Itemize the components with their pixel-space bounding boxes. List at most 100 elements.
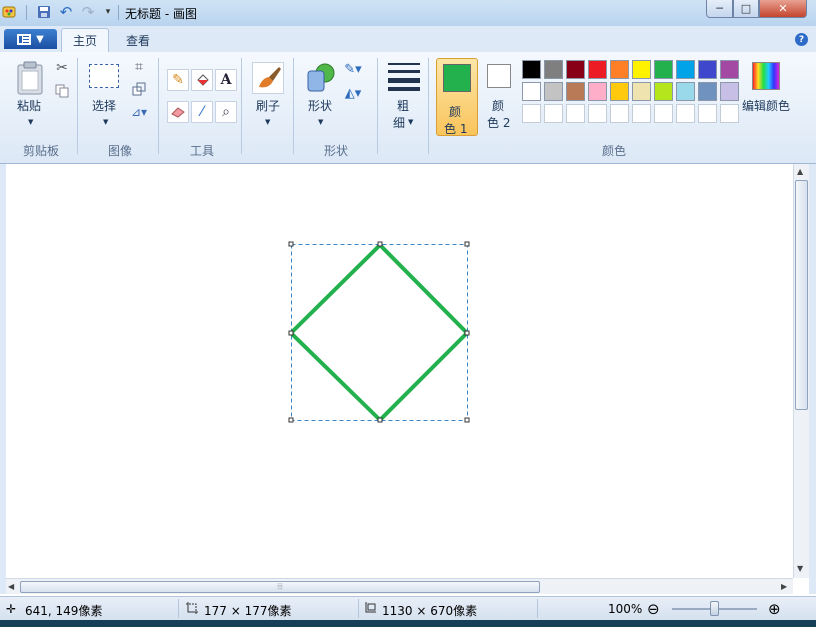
drawing-canvas[interactable] — [6, 166, 793, 578]
palette-swatch[interactable] — [566, 82, 585, 101]
palette-swatch[interactable] — [654, 82, 673, 101]
paint-app-icon[interactable] — [2, 4, 18, 20]
palette-swatch[interactable] — [588, 82, 607, 101]
vertical-scrollbar[interactable]: ▲ ▼ — [793, 164, 809, 578]
custom-color-slot[interactable] — [588, 104, 607, 123]
scroll-down-icon[interactable]: ▼ — [797, 564, 803, 573]
zoom-slider-thumb[interactable] — [710, 601, 719, 616]
color1-label-line2: 色 1 — [444, 122, 468, 136]
palette-swatch[interactable] — [720, 82, 739, 101]
color-picker-icon[interactable]: ⁄ — [191, 101, 213, 123]
quick-access-separator — [118, 5, 119, 20]
scroll-up-icon[interactable]: ▲ — [797, 167, 803, 176]
size-label-line2[interactable]: 细 — [393, 114, 405, 131]
tab-view[interactable]: 查看 — [116, 28, 160, 52]
magnifier-icon[interactable]: ⌕ — [215, 101, 237, 123]
palette-swatch[interactable] — [698, 82, 717, 101]
eraser-icon[interactable] — [167, 101, 189, 123]
line-size-icon[interactable] — [387, 62, 421, 95]
palette-swatch[interactable] — [610, 60, 629, 79]
help-icon[interactable]: ? — [795, 33, 808, 46]
resize-icon[interactable] — [128, 78, 150, 100]
copy-icon[interactable] — [51, 80, 73, 102]
edit-colors-icon[interactable] — [752, 62, 780, 90]
custom-color-slot[interactable] — [676, 104, 695, 123]
edit-colors-button-label[interactable]: 编辑颜色 — [742, 97, 790, 114]
canvas-drawing — [288, 241, 470, 423]
palette-swatch[interactable] — [566, 60, 585, 79]
maximize-button[interactable]: □ — [733, 0, 759, 18]
select-button-label[interactable]: 选择 — [92, 97, 116, 114]
palette-swatch[interactable] — [544, 60, 563, 79]
size-dropdown-icon[interactable]: ▼ — [408, 118, 413, 126]
zoom-in-icon[interactable]: ⊕ — [768, 600, 781, 618]
paste-button-label[interactable]: 粘贴 — [17, 97, 41, 114]
selection-handles[interactable] — [288, 241, 470, 423]
palette-swatch[interactable] — [588, 60, 607, 79]
shapes-button-label[interactable]: 形状 — [308, 97, 332, 114]
custom-color-slot[interactable] — [522, 104, 541, 123]
scroll-right-icon[interactable]: ▶ — [781, 582, 787, 591]
close-button[interactable]: ✕ — [759, 0, 807, 18]
color2-swatch[interactable] — [487, 64, 511, 88]
fill-bucket-icon[interactable] — [191, 69, 213, 91]
palette-swatch[interactable] — [522, 60, 541, 79]
undo-icon[interactable]: ↶ — [58, 3, 74, 21]
crop-icon[interactable]: ⌗ — [128, 56, 150, 78]
custom-color-slot[interactable] — [720, 104, 739, 123]
outline-icon[interactable]: ✎▾ — [342, 58, 364, 80]
palette-swatch[interactable] — [632, 60, 651, 79]
custom-color-slot[interactable] — [698, 104, 717, 123]
palette-swatch[interactable] — [720, 60, 739, 79]
horizontal-scrollbar[interactable]: ◀ ⦙⦙⦙ ▶ — [6, 578, 793, 594]
clipboard-icon[interactable] — [15, 61, 45, 98]
select-dropdown-icon[interactable]: ▼ — [103, 118, 108, 126]
paint-menu-button[interactable]: ▼ — [4, 29, 57, 49]
pencil-icon[interactable]: ✎ — [167, 69, 189, 91]
palette-swatch[interactable] — [610, 82, 629, 101]
palette-swatch[interactable] — [698, 60, 717, 79]
tab-home[interactable]: 主页 — [61, 28, 109, 52]
palette-swatch[interactable] — [632, 82, 651, 101]
text-tool-icon[interactable]: A — [215, 69, 237, 91]
canvas-frame-right — [809, 164, 816, 594]
palette-swatch[interactable] — [654, 60, 673, 79]
scroll-left-icon[interactable]: ◀ — [8, 582, 14, 591]
paste-dropdown-icon[interactable]: ▼ — [28, 118, 33, 126]
ribbon-tab-row: ▼ 主页 查看 ? — [0, 26, 816, 52]
zoom-out-icon[interactable]: ⊖ — [647, 600, 660, 618]
custom-color-slot[interactable] — [544, 104, 563, 123]
custom-color-slot[interactable] — [566, 104, 585, 123]
brushes-button-label[interactable]: 刷子 — [256, 97, 280, 114]
image-size: 1130 × 670像素 — [382, 604, 478, 618]
redo-icon[interactable]: ↷ — [80, 3, 96, 21]
custom-color-slot[interactable] — [610, 104, 629, 123]
shapes-dropdown-icon[interactable]: ▼ — [318, 118, 323, 126]
custom-color-slot[interactable] — [632, 104, 651, 123]
palette-swatch[interactable] — [676, 82, 695, 101]
save-icon[interactable] — [36, 4, 52, 20]
palette-swatch[interactable] — [544, 82, 563, 101]
rotate-icon[interactable]: ⊿▾ — [128, 101, 150, 123]
color1-button[interactable]: 颜 色 1 — [436, 58, 478, 136]
cut-icon[interactable]: ✂ — [51, 57, 73, 79]
group-separator — [241, 58, 242, 154]
brush-icon[interactable] — [252, 62, 284, 94]
minimize-button[interactable]: ─ — [706, 0, 733, 18]
color2-label-line1[interactable]: 颜 — [492, 97, 504, 114]
color2-label-line2[interactable]: 色 2 — [487, 114, 510, 131]
fill-icon[interactable]: ◭▾ — [342, 82, 364, 104]
custom-color-slot[interactable] — [654, 104, 673, 123]
customize-quick-access-icon[interactable]: ▾ — [100, 4, 116, 20]
palette-swatch[interactable] — [522, 82, 541, 101]
selection-box[interactable] — [291, 244, 468, 421]
shapes-icon[interactable] — [305, 62, 337, 97]
select-icon[interactable] — [89, 64, 119, 88]
brushes-dropdown-icon[interactable]: ▼ — [265, 118, 270, 126]
paint-menu-icon — [17, 33, 32, 45]
horizontal-scroll-thumb[interactable]: ⦙⦙⦙ — [20, 581, 540, 593]
vertical-scroll-thumb[interactable] — [795, 180, 808, 410]
size-label-line1[interactable]: 粗 — [397, 97, 409, 114]
palette-swatch[interactable] — [676, 60, 695, 79]
selection-size-icon — [186, 602, 198, 617]
